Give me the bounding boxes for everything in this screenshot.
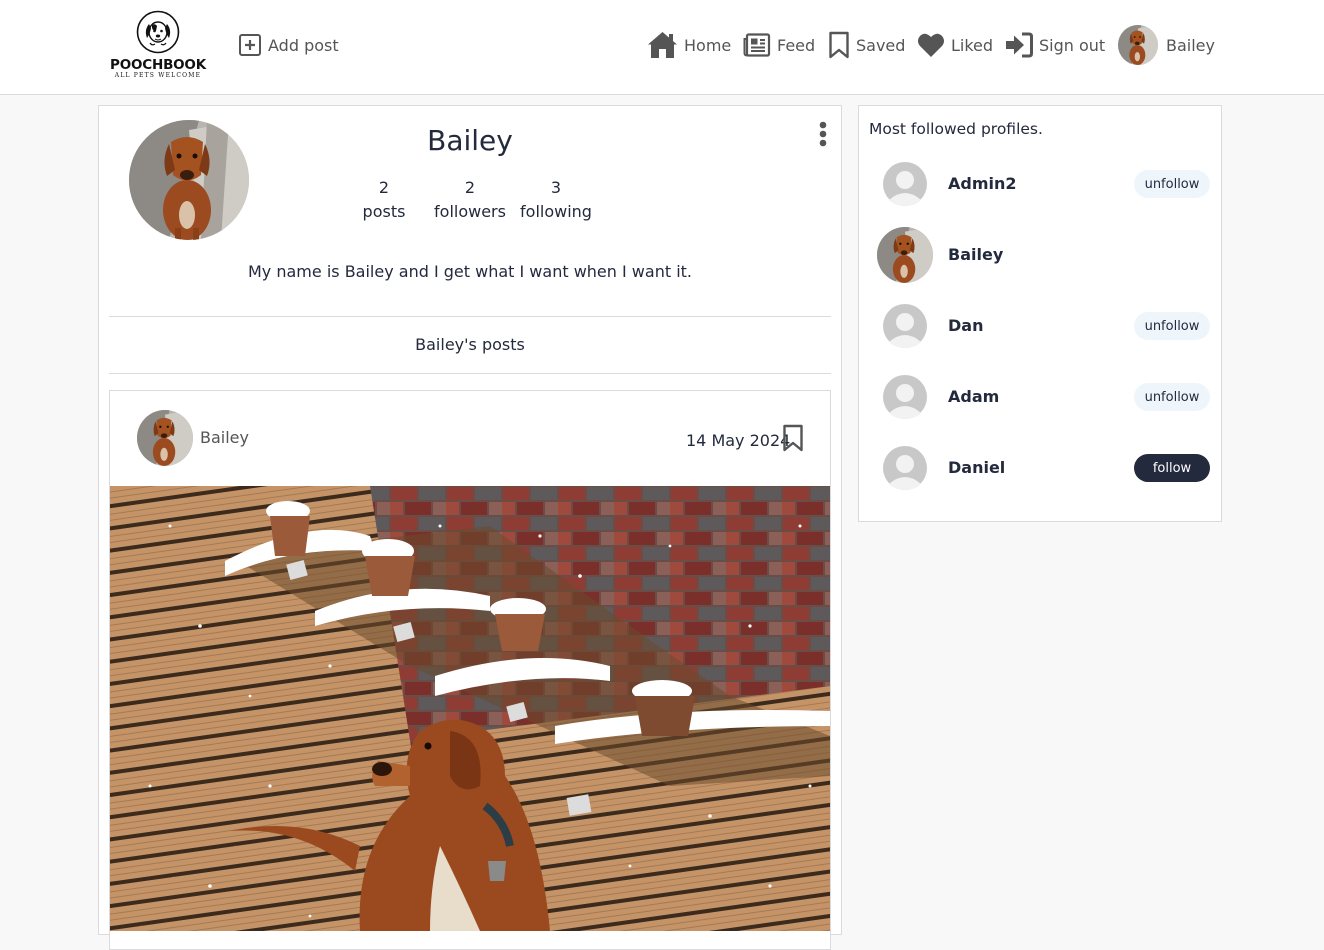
brand-logo[interactable]: POOCHBOOK ALL PETS WELCOME bbox=[104, 10, 212, 82]
avatar[interactable] bbox=[877, 440, 933, 496]
list-item: Bailey bbox=[859, 227, 1221, 283]
list-item: Admin2 unfollow bbox=[859, 156, 1221, 212]
stat-following: 3 following bbox=[511, 176, 601, 224]
list-item: Adam unfollow bbox=[859, 369, 1221, 425]
dog-logo-icon bbox=[136, 10, 180, 54]
stat-label: followers bbox=[434, 202, 506, 221]
profile-name[interactable]: Daniel bbox=[948, 458, 1005, 477]
heart-icon bbox=[918, 33, 944, 57]
stat-label: following bbox=[520, 202, 592, 221]
navbar: POOCHBOOK ALL PETS WELCOME Add post Home… bbox=[0, 0, 1324, 95]
nav-liked[interactable]: Liked bbox=[917, 30, 993, 60]
posts-heading: Bailey's posts bbox=[415, 335, 525, 354]
stat-value: 2 bbox=[378, 178, 390, 197]
most-followed-card: Most followed profiles. Admin2 unfollow bbox=[858, 105, 1222, 522]
nav-add-post-label: Add post bbox=[268, 35, 339, 55]
profile-avatar bbox=[129, 120, 249, 240]
default-avatar-icon bbox=[883, 304, 927, 348]
profile-name[interactable]: Dan bbox=[948, 316, 983, 335]
avatar[interactable] bbox=[877, 298, 933, 354]
divider bbox=[109, 316, 831, 317]
post-author-avatar[interactable] bbox=[137, 410, 193, 466]
list-item: Daniel follow bbox=[859, 440, 1221, 496]
nav-sign-out-label: Sign out bbox=[1039, 35, 1106, 55]
nav-feed[interactable]: Feed bbox=[743, 30, 815, 60]
nav-feed-label: Feed bbox=[777, 35, 816, 55]
stat-posts: 2 posts bbox=[339, 176, 429, 224]
profile-bio: My name is Bailey and I get what I want … bbox=[248, 262, 692, 281]
post-photo bbox=[110, 486, 830, 931]
stat-followers: 2 followers bbox=[425, 176, 515, 224]
nav-home[interactable]: Home bbox=[647, 30, 731, 60]
brand-name: POOCHBOOK bbox=[110, 57, 206, 73]
default-avatar-icon bbox=[883, 162, 927, 206]
bookmark-icon[interactable] bbox=[782, 424, 804, 452]
dog-avatar-image bbox=[129, 120, 249, 240]
dog-avatar-image bbox=[137, 410, 193, 466]
unfollow-button[interactable]: unfollow bbox=[1134, 312, 1210, 340]
avatar[interactable] bbox=[877, 227, 933, 283]
avatar[interactable] bbox=[877, 156, 933, 212]
feed-icon bbox=[743, 33, 771, 57]
nav-profile-label: Bailey bbox=[1166, 35, 1215, 55]
profile-card: Bailey 2 posts 2 followers 3 following M… bbox=[98, 105, 842, 950]
unfollow-button[interactable]: unfollow bbox=[1134, 170, 1210, 198]
more-options-icon[interactable] bbox=[814, 121, 832, 149]
stat-value: 2 bbox=[464, 178, 476, 197]
nav-home-label: Home bbox=[684, 35, 732, 55]
default-avatar-icon bbox=[883, 375, 927, 419]
profile-name[interactable]: Bailey bbox=[948, 245, 1003, 264]
home-icon bbox=[648, 32, 677, 58]
divider bbox=[109, 373, 831, 374]
profile-name[interactable]: Adam bbox=[948, 387, 999, 406]
follow-button[interactable]: follow bbox=[1134, 454, 1210, 482]
stat-value: 3 bbox=[550, 178, 562, 197]
stat-label: posts bbox=[362, 202, 406, 221]
avatar bbox=[1118, 25, 1158, 65]
nav-liked-label: Liked bbox=[951, 35, 994, 55]
brand-tagline: ALL PETS WELCOME bbox=[114, 72, 202, 79]
sign-out-icon bbox=[1006, 32, 1033, 58]
post-card[interactable]: Bailey 14 May 2024 bbox=[109, 390, 831, 950]
default-avatar-icon bbox=[883, 446, 927, 490]
nav-sign-out[interactable]: Sign out bbox=[1005, 30, 1105, 60]
post-author-name[interactable]: Bailey bbox=[200, 428, 249, 447]
nav-add-post[interactable]: Add post bbox=[238, 30, 339, 60]
dog-avatar-image bbox=[877, 227, 933, 283]
bookmark-icon bbox=[829, 31, 849, 59]
nav-saved-label: Saved bbox=[856, 35, 906, 55]
dog-avatar-image bbox=[1118, 25, 1158, 65]
add-post-icon bbox=[239, 34, 261, 56]
post-image[interactable] bbox=[110, 486, 830, 931]
avatar[interactable] bbox=[877, 369, 933, 425]
profile-name[interactable]: Admin2 bbox=[948, 174, 1017, 193]
nav-profile[interactable]: Bailey bbox=[1118, 25, 1215, 65]
post-date: 14 May 2024 bbox=[686, 431, 791, 450]
nav-saved[interactable]: Saved bbox=[828, 30, 905, 60]
list-item: Dan unfollow bbox=[859, 298, 1221, 354]
unfollow-button[interactable]: unfollow bbox=[1134, 383, 1210, 411]
profile-name: Bailey bbox=[427, 124, 513, 157]
sidebar-title: Most followed profiles. bbox=[869, 120, 1043, 138]
